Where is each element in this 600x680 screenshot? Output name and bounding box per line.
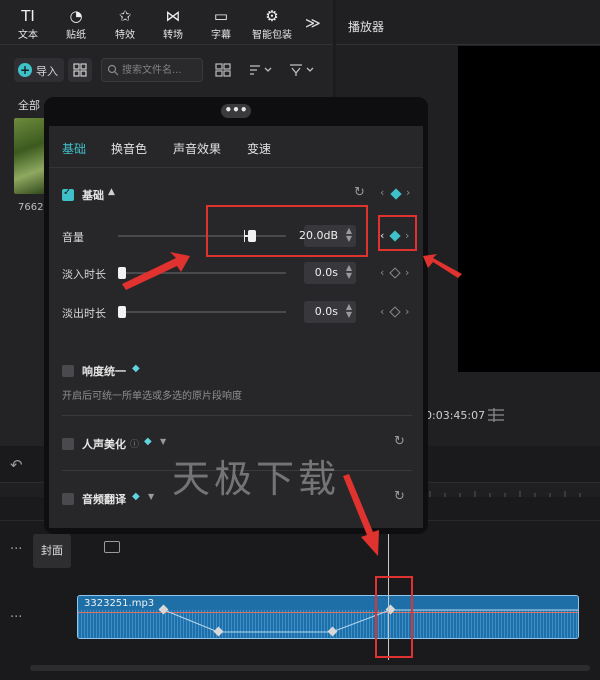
watermark: 天极下载	[172, 457, 341, 501]
audio-clip-name: 3323251.mp3	[84, 598, 155, 609]
annotation-arrows	[122, 252, 462, 556]
